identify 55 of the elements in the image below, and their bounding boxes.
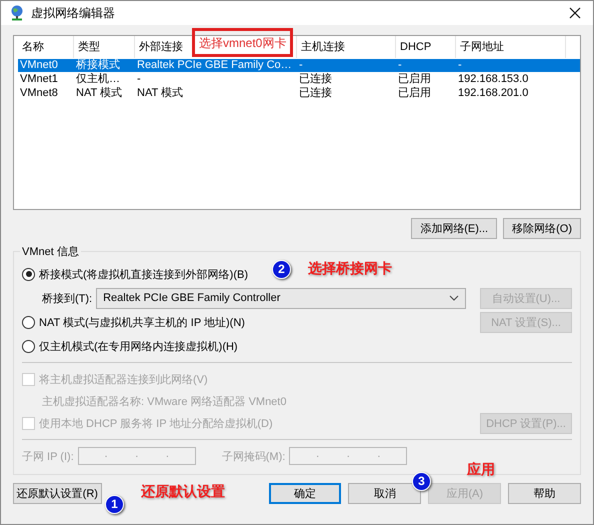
network-row[interactable]: VMnet0 桥接模式 Realtek PCIe GBE Family Co… - - - (18, 59, 580, 72)
close-icon[interactable] (569, 7, 581, 19)
network-row[interactable]: VMnet1 仅主机… - 已连接 已启用 192.168.153.0 (18, 73, 580, 86)
step-number-badge: 2 (272, 260, 291, 279)
table-cell-text: 仅主机… (75, 73, 121, 86)
column-header[interactable]: DHCP (400, 41, 432, 53)
table-cell-text: - (136, 73, 142, 86)
table-action-button[interactable]: 添加网络(E)... (411, 218, 498, 239)
column-header[interactable]: 外部连接 (139, 41, 183, 53)
chevron-down-icon (449, 295, 459, 301)
table-cell-text: VMnet0 (19, 59, 59, 72)
table-cell-text: 已连接 (298, 87, 333, 100)
table-cell-text: Realtek PCIe GBE Family Co… (136, 59, 293, 72)
table-cell-text: 192.168.201.0 (457, 87, 530, 100)
column-header[interactable]: 主机连接 (301, 41, 345, 53)
bridge-to-label: 桥接到(T): (42, 292, 92, 306)
table-cell-text: - (397, 59, 403, 72)
network-row[interactable]: VMnet8 NAT 模式 NAT 模式 已连接 已启用 192.168.201.0 (18, 87, 580, 100)
radio-button[interactable] (22, 268, 35, 280)
annotation-note: 选择桥接网卡 (308, 260, 392, 278)
table-cell-text: VMnet8 (19, 87, 59, 100)
adapter-name-text: 主机虚拟适配器名称: VMware 网络适配器 VMnet0 (42, 394, 286, 408)
annotation-note: 应用 (467, 461, 495, 479)
table-cell-text: 桥接模式 (75, 59, 121, 72)
table-cell-text: 192.168.153.0 (457, 73, 530, 86)
table-action-button[interactable]: 移除网络(O) (503, 218, 581, 239)
table-cell-text: - (298, 59, 304, 72)
column-header[interactable]: 子网地址 (460, 41, 504, 53)
annotation-note: 还原默认设置 (141, 483, 225, 501)
radio-label[interactable]: 桥接模式(将虚拟机直接连接到外部网络)(B) (39, 266, 248, 282)
table-cell-text: 已启用 (397, 73, 432, 86)
adapter-dropdown[interactable]: Realtek PCIe GBE Family Controller (96, 288, 466, 308)
step-number-badge: 1 (105, 495, 124, 514)
network-globe-icon (9, 5, 25, 21)
step-number-badge: 3 (412, 472, 431, 491)
table-cell-text: NAT 模式 (75, 87, 124, 100)
dialog-button[interactable]: 帮助 (508, 483, 581, 504)
table-cell-text: 已启用 (397, 87, 432, 100)
dialog-button[interactable]: 还原默认设置(R) (13, 483, 102, 504)
table-cell-text: 已连接 (298, 73, 333, 86)
table-cell-text: VMnet1 (19, 73, 59, 86)
annotation-callout: 选择vmnet0网卡 (192, 28, 294, 57)
radio-button[interactable] (22, 340, 35, 352)
column-header[interactable]: 类型 (78, 41, 100, 53)
column-header[interactable]: 名称 (22, 41, 44, 53)
table-cell-text: NAT 模式 (136, 87, 184, 100)
radio-button[interactable] (22, 316, 35, 328)
subnet-ip-label: 子网 IP (I): (22, 450, 74, 464)
radio-label[interactable]: 仅主机模式(在专用网络内连接虚拟机)(H) (39, 338, 238, 354)
group-title: VMnet 信息 (20, 244, 81, 259)
dialog-button[interactable]: 确定 (268, 483, 342, 504)
window-title: 虚拟网络编辑器 (31, 4, 115, 22)
subnet-mask-label: 子网掩码(M): (222, 450, 286, 464)
radio-label[interactable]: NAT 模式(与虚拟机共享主机的 IP 地址)(N) (39, 314, 245, 330)
table-cell-text: - (457, 59, 463, 72)
